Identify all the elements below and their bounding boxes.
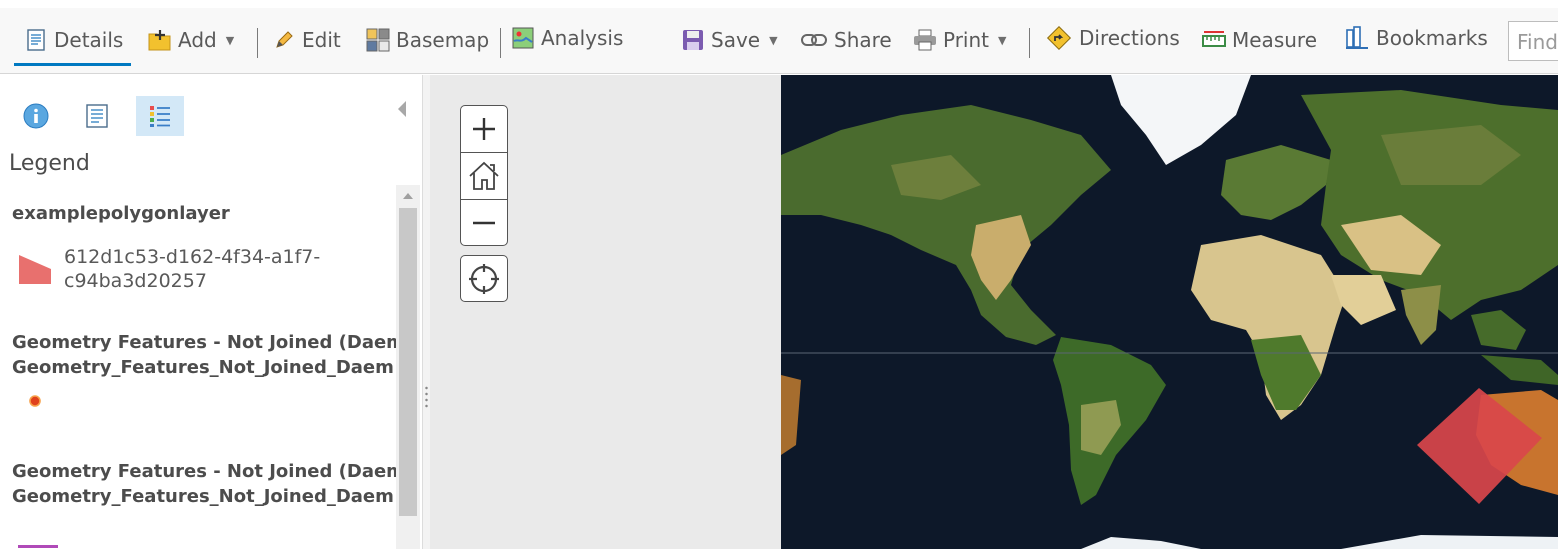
zoom-in-button[interactable] xyxy=(461,106,507,152)
bookmarks-button[interactable]: Bookmarks xyxy=(1344,20,1488,56)
basemap-button[interactable]: Basemap xyxy=(366,22,489,58)
toolbar-separator xyxy=(500,28,501,58)
polygon-feature[interactable] xyxy=(1417,388,1543,505)
legend-layer-name: Geometry Features - Not Joined (Daeme xyxy=(12,332,396,353)
details-active-indicator xyxy=(14,63,131,66)
directions-label: Directions xyxy=(1079,26,1180,50)
zoom-in-icon xyxy=(473,118,495,140)
save-label: Save xyxy=(711,28,761,52)
top-strip xyxy=(0,0,1558,8)
legend-list: examplepolygonlayer 612d1c53-d162-4f34-a… xyxy=(0,185,396,549)
details-button[interactable]: Details xyxy=(24,22,123,58)
scrollbar-thumb[interactable] xyxy=(399,208,417,516)
directions-button[interactable]: Directions xyxy=(1045,20,1180,56)
collapse-panel-button[interactable] xyxy=(396,99,408,119)
share-link-icon xyxy=(800,28,828,52)
legend-symbol-label: 612d1c53-d162-4f34-a1f7- c94ba3d20257 xyxy=(64,245,320,293)
legend-symbol-label-line: 612d1c53-d162-4f34-a1f7- xyxy=(64,246,321,268)
add-button[interactable]: Add ▼ xyxy=(148,22,234,58)
measure-label: Measure xyxy=(1232,28,1317,52)
find-input[interactable]: Find xyxy=(1508,21,1558,61)
bookmarks-label: Bookmarks xyxy=(1376,26,1488,50)
analysis-button[interactable]: Analysis xyxy=(511,20,623,56)
locate-icon xyxy=(469,263,499,294)
zoom-control xyxy=(460,105,508,246)
edit-button[interactable]: Edit xyxy=(272,22,341,58)
chevron-left-icon xyxy=(398,101,406,117)
legend-layer-subname: Geometry_Features_Not_Joined_Daem xyxy=(12,486,394,507)
polygon-swatch-icon xyxy=(19,255,51,284)
find-placeholder: Find xyxy=(1517,30,1558,54)
panel-resize-handle[interactable] xyxy=(422,75,430,549)
printer-icon xyxy=(913,28,937,52)
scroll-up-button[interactable] xyxy=(396,185,420,207)
tab-about[interactable] xyxy=(12,96,60,136)
basemap-label: Basemap xyxy=(396,28,490,52)
bookmarks-icon xyxy=(1344,26,1370,50)
legend-layer-name: examplepolygonlayer xyxy=(12,203,230,224)
legend-title: Legend xyxy=(9,151,90,176)
zoom-out-button[interactable] xyxy=(461,200,507,246)
legend-layer-subname: Geometry_Features_Not_Joined_Daem xyxy=(12,357,394,378)
legend-icon xyxy=(150,106,170,127)
save-button[interactable]: Save ▼ xyxy=(681,22,778,58)
about-icon xyxy=(23,103,49,129)
save-disk-icon xyxy=(681,28,705,52)
content-icon xyxy=(86,104,108,128)
pencil-icon xyxy=(272,28,296,52)
share-label: Share xyxy=(834,28,892,52)
legend-layer-name: Geometry Features - Not Joined (Daeme xyxy=(12,461,396,482)
print-label: Print xyxy=(943,28,990,52)
tab-legend[interactable] xyxy=(136,96,184,136)
details-label: Details xyxy=(54,28,124,52)
home-button[interactable] xyxy=(461,153,507,199)
analysis-label: Analysis xyxy=(541,26,624,50)
line-swatch-icon xyxy=(18,545,58,548)
measure-ruler-icon xyxy=(1202,28,1226,52)
details-icon xyxy=(24,28,48,52)
locate-button[interactable] xyxy=(460,255,508,302)
resize-grip-icon xyxy=(425,385,428,409)
map-view[interactable] xyxy=(430,75,1558,549)
print-caret-icon: ▼ xyxy=(998,33,1007,47)
legend-symbol-label-line: c94ba3d20257 xyxy=(64,270,207,292)
tab-content[interactable] xyxy=(73,96,121,136)
add-label: Add xyxy=(178,28,217,52)
share-button[interactable]: Share xyxy=(800,22,892,58)
add-icon xyxy=(148,28,172,52)
toolbar-separator xyxy=(257,28,258,58)
add-caret-icon: ▼ xyxy=(225,33,235,47)
print-button[interactable]: Print ▼ xyxy=(913,22,1006,58)
legend-scrollbar[interactable] xyxy=(396,185,420,549)
directions-sign-icon xyxy=(1045,25,1073,51)
home-icon xyxy=(469,161,499,190)
save-caret-icon: ▼ xyxy=(769,33,778,47)
analysis-map-icon xyxy=(511,26,535,50)
zoom-out-icon xyxy=(473,221,495,225)
basemap-grid-icon xyxy=(366,28,390,52)
edit-label: Edit xyxy=(302,28,341,52)
toolbar-separator xyxy=(1029,28,1030,58)
point-marker-icon xyxy=(29,395,41,407)
toolbar: Details Add ▼ Edit Basemap Analysis Save… xyxy=(0,8,1558,74)
measure-button[interactable]: Measure xyxy=(1202,22,1317,58)
details-panel: Legend examplepolygonlayer 612d1c53-d162… xyxy=(0,75,422,549)
chevron-up-icon xyxy=(403,193,413,199)
